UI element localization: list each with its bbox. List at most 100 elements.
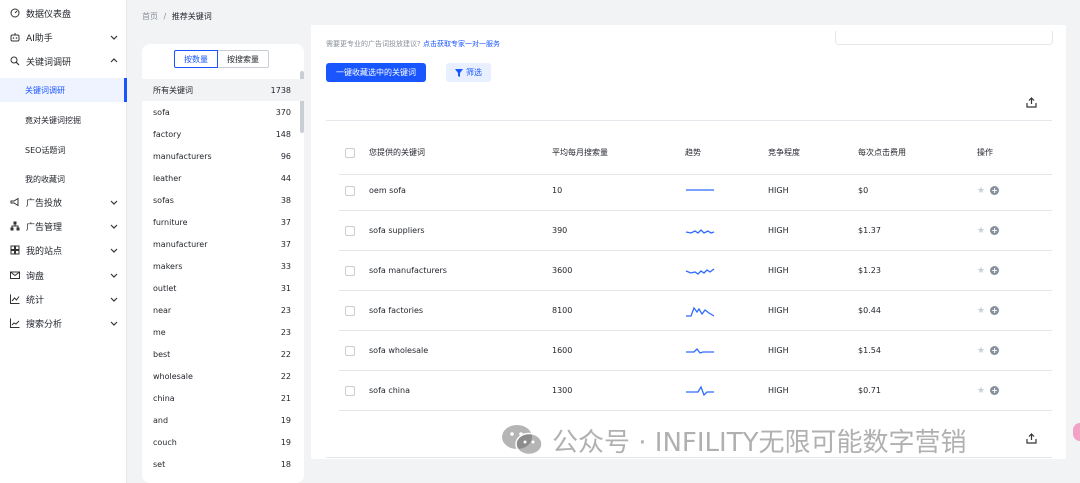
keyword-cell: sofa manufacturers <box>369 266 447 275</box>
keyword-cell: oem sofa <box>369 186 406 195</box>
keyword-group-word: sofas <box>153 195 174 205</box>
nav-search-analysis[interactable]: 搜索分析 <box>0 312 127 334</box>
keyword-group-item[interactable]: factory 148 <box>142 123 304 145</box>
keyword-group-count: 1738 <box>270 85 291 95</box>
row-checkbox[interactable] <box>345 185 355 196</box>
keyword-group-item[interactable]: best 22 <box>142 343 304 365</box>
keyword-group-item[interactable]: sofa 370 <box>142 101 304 123</box>
keyword-group-item[interactable]: leather 44 <box>142 167 304 189</box>
keyword-group-item[interactable]: manufacturer 37 <box>142 233 304 255</box>
add-icon[interactable]: + <box>990 186 1000 195</box>
keyword-group-item[interactable]: outlet 31 <box>142 277 304 299</box>
star-icon[interactable]: ★ <box>977 266 985 276</box>
add-icon[interactable]: + <box>990 386 1000 395</box>
collect-selected-button[interactable]: 一键收藏选中的关键词 <box>326 63 426 82</box>
sub-item-my-favorites[interactable]: 我的收藏词 <box>0 167 127 191</box>
nav-label: 统计 <box>26 295 45 306</box>
nav-my-sites[interactable]: 我的站点 <box>0 239 127 261</box>
filter-button[interactable]: 筛选 <box>446 63 491 82</box>
export-icon[interactable] <box>1026 97 1037 108</box>
table-row: sofa wholesale 1600 HIGH $1.54 ★ + <box>339 331 1052 371</box>
competition-cell: HIGH <box>768 266 789 275</box>
watermark-text: 公众号 · INFILITY无限可能数字营销 <box>552 427 967 458</box>
keyword-group-item[interactable]: makers 33 <box>142 255 304 277</box>
keyword-group-count: 23 <box>280 305 291 315</box>
nav-statistics[interactable]: 统计 <box>0 288 127 310</box>
competition-cell: HIGH <box>768 306 789 315</box>
keyword-group-count: 22 <box>280 371 291 381</box>
cpc-cell: $0.71 <box>858 386 881 395</box>
keyword-group-item[interactable]: me 23 <box>142 321 304 343</box>
expert-service-link[interactable]: 点击获取专家一对一服务 <box>423 40 500 48</box>
header-competition[interactable]: 竞争程度 <box>768 131 800 174</box>
star-icon[interactable]: ★ <box>977 346 985 356</box>
header-volume[interactable]: 平均每月搜索量 <box>552 131 608 174</box>
action-cell: ★ + <box>977 291 1000 330</box>
star-icon[interactable]: ★ <box>977 226 985 236</box>
sub-item-keyword-research[interactable]: 关键词调研 <box>0 78 127 102</box>
search-icon <box>10 56 20 66</box>
keyword-group-item[interactable]: manufacturers 96 <box>142 145 304 167</box>
keyword-group-item[interactable]: sofas 38 <box>142 189 304 211</box>
select-all-checkbox[interactable] <box>345 147 355 158</box>
sub-item-seo-topics[interactable]: SEO话题词 <box>0 138 127 162</box>
keyword-group-item[interactable]: furniture 37 <box>142 211 304 233</box>
sort-toggle: 按数量 按搜索量 <box>174 50 269 68</box>
keyword-group-item[interactable]: china 21 <box>142 387 304 409</box>
add-icon[interactable]: + <box>990 266 1000 275</box>
cpc-cell: $1.37 <box>858 226 881 235</box>
breadcrumb: 首页 / 推荐关键词 <box>142 11 212 22</box>
volume-cell: 390 <box>552 226 568 235</box>
row-checkbox[interactable] <box>345 225 355 236</box>
nav-ai-assistant[interactable]: AI助手 <box>0 26 127 48</box>
floating-assistant-button[interactable] <box>1073 423 1080 441</box>
keyword-group-item[interactable]: near 23 <box>142 299 304 321</box>
keyword-group-item[interactable]: set 18 <box>142 453 304 475</box>
nav-ad-management[interactable]: 广告管理 <box>0 215 127 237</box>
wechat-logo-icon <box>502 425 543 456</box>
keyword-group-item[interactable]: wholesale 22 <box>142 365 304 387</box>
header-cpc[interactable]: 每次点击费用 <box>858 131 906 174</box>
keyword-group-word: best <box>153 349 171 359</box>
nav-label: 询盘 <box>26 271 45 282</box>
breadcrumb-home[interactable]: 首页 <box>142 12 158 21</box>
header-keyword[interactable]: 您提供的关键词 <box>369 131 425 174</box>
trend-cell <box>685 171 715 210</box>
nav-ad-delivery[interactable]: 广告投放 <box>0 191 127 213</box>
keyword-group-item[interactable]: 所有关键词 1738 <box>142 79 304 101</box>
sort-by-count-button[interactable]: 按数量 <box>174 50 218 68</box>
cpc-cell: $1.23 <box>858 266 881 275</box>
keyword-group-count: 37 <box>280 239 291 249</box>
nav-inquiries[interactable]: 询盘 <box>0 264 127 286</box>
row-checkbox[interactable] <box>345 385 355 396</box>
nav-dashboard[interactable]: 数据仪表盘 <box>0 2 127 24</box>
volume-cell: 3600 <box>552 266 573 275</box>
sort-by-volume-button[interactable]: 按搜索量 <box>218 50 269 68</box>
sub-item-competitor-keywords[interactable]: 竟对关键词挖掘 <box>0 108 127 132</box>
row-checkbox[interactable] <box>345 305 355 316</box>
add-icon[interactable]: + <box>990 226 1000 235</box>
keyword-group-item[interactable]: couch 19 <box>142 431 304 453</box>
chart-icon <box>10 294 20 304</box>
row-checkbox[interactable] <box>345 345 355 356</box>
add-icon[interactable]: + <box>990 306 1000 315</box>
trend-sparkline <box>686 306 715 317</box>
star-icon[interactable]: ★ <box>977 386 985 396</box>
nav-keyword-research[interactable]: 关键词调研 <box>0 50 127 72</box>
keyword-group-count: 23 <box>280 327 291 337</box>
star-icon[interactable]: ★ <box>977 186 985 196</box>
keyword-group-panel: 按数量 按搜索量 所有关键词 1738 sofa 370 factory 148 manuf… <box>142 44 304 483</box>
nav-label: 我的站点 <box>26 246 63 257</box>
keyword-group-item[interactable]: and 19 <box>142 409 304 431</box>
add-icon[interactable]: + <box>990 346 1000 355</box>
star-icon[interactable]: ★ <box>977 306 985 316</box>
table-row: sofa china 1300 HIGH $0.71 ★ + <box>339 371 1052 411</box>
mail-icon <box>10 270 20 280</box>
cpc-cell: $0 <box>858 186 869 195</box>
row-checkbox[interactable] <box>345 265 355 276</box>
export-icon[interactable] <box>1026 433 1037 444</box>
header-trend: 趋势 <box>685 148 701 157</box>
keyword-group-word: sofa <box>153 107 170 117</box>
robot-icon <box>10 32 20 42</box>
keyword-group-word: leather <box>153 173 182 183</box>
